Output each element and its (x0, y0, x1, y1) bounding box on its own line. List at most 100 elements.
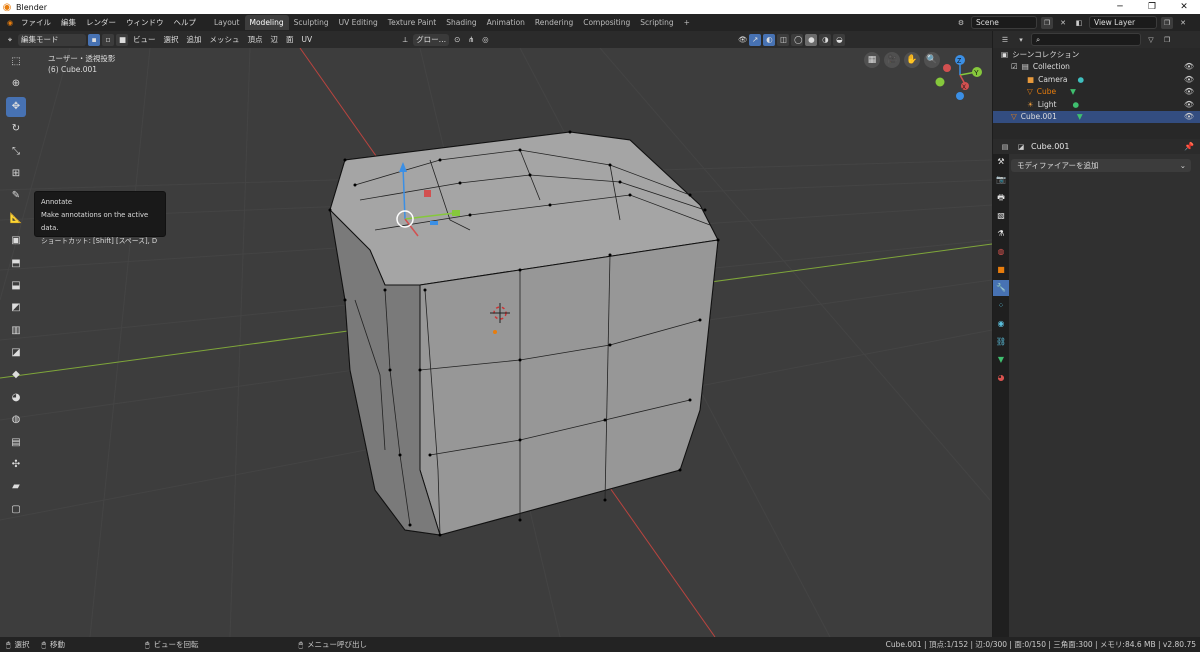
edge-slide-tool-icon[interactable]: ▤ (6, 433, 26, 453)
render-tab-icon[interactable]: 📷 (993, 172, 1009, 188)
axis-navigation-gizmo[interactable]: Z Y X (935, 55, 983, 100)
menu-edge[interactable]: 辺 (268, 34, 282, 45)
cube-visibility-icon[interactable]: 👁 (1184, 87, 1194, 96)
add-modifier-dropdown[interactable]: モディファイアーを追加 ⌄ (1011, 159, 1191, 172)
material-shading-icon[interactable]: ◑ (819, 33, 832, 46)
maximize-button[interactable]: ❐ (1136, 0, 1168, 14)
tab-shading[interactable]: Shading (441, 15, 481, 30)
editor-type-icon[interactable]: ⌖ (4, 34, 16, 46)
poly-build-tool-icon[interactable]: ◆ (6, 365, 26, 385)
menu-file[interactable]: ファイル (16, 17, 56, 28)
tab-sculpting[interactable]: Sculpting (289, 15, 334, 30)
transform-tool-icon[interactable]: ⊞ (6, 164, 26, 184)
toggle-camera-view-icon[interactable]: ▦ (864, 52, 880, 68)
zoom-view-icon[interactable]: 🔍 (924, 52, 940, 68)
menu-vertex[interactable]: 頂点 (245, 34, 266, 45)
menu-edit[interactable]: 編集 (56, 17, 81, 28)
collection-visibility-icon[interactable]: 👁 (1184, 62, 1194, 71)
cursor-tool-icon[interactable]: ⊕ (6, 74, 26, 94)
tool-tab-icon[interactable]: ⚒ (993, 154, 1009, 170)
outliner-item-light[interactable]: ☀ Light ● 👁 (993, 98, 1200, 111)
tab-scripting[interactable]: Scripting (635, 15, 678, 30)
outliner-item-cube[interactable]: ▽ Cube ▼ 👁 (993, 86, 1200, 99)
spin-tool-icon[interactable]: ◕ (6, 388, 26, 408)
visibility-icon[interactable]: 👁 (735, 34, 748, 46)
smooth-tool-icon[interactable]: ◍ (6, 410, 26, 430)
move-tool-icon[interactable]: ✥ (6, 96, 26, 117)
outliner-item-cube001[interactable]: ▽ Cube.001 ▼ 👁 (993, 110, 1200, 123)
select-box-tool-icon[interactable]: ⬚ (6, 52, 26, 72)
pivot-icon[interactable]: ⊙ (451, 34, 463, 46)
3d-viewport[interactable]: Z Y X ユーザー・透視投影 (6) Cube.001 (0, 48, 992, 637)
edge-select-icon[interactable]: ▫ (102, 33, 114, 46)
scale-tool-icon[interactable]: ⤡ (6, 142, 26, 162)
inset-tool-icon[interactable]: ⬓ (6, 276, 26, 296)
particles-tab-icon[interactable]: ⁘ (993, 298, 1009, 314)
tab-uv-editing[interactable]: UV Editing (334, 15, 383, 30)
snap-icon[interactable]: ⋔ (465, 34, 477, 46)
vertex-select-icon[interactable]: ▪ (88, 33, 100, 46)
menu-view[interactable]: ビュー (130, 34, 159, 45)
proportional-edit-icon[interactable]: ◎ (479, 34, 491, 46)
light-visibility-icon[interactable]: 👁 (1184, 100, 1194, 109)
loop-cut-tool-icon[interactable]: ▥ (6, 321, 26, 341)
gizmo-toggle-icon[interactable]: ↗ (749, 33, 762, 46)
material-tab-icon[interactable]: ◕ (993, 370, 1009, 386)
object-tab-icon[interactable]: ■ (993, 262, 1009, 278)
menu-window[interactable]: ウィンドウ (121, 17, 169, 28)
delete-scene-icon[interactable]: ✕ (1057, 17, 1069, 29)
delete-view-layer-icon[interactable]: ✕ (1177, 17, 1189, 29)
add-workspace-button[interactable]: + (679, 15, 695, 30)
overlay-toggle-icon[interactable]: ◐ (763, 33, 776, 46)
output-tab-icon[interactable]: 🖶 (993, 190, 1009, 206)
tab-modeling[interactable]: Modeling (244, 15, 289, 30)
physics-tab-icon[interactable]: ◉ (993, 316, 1009, 332)
constraints-tab-icon[interactable]: ⛓ (993, 334, 1009, 350)
minimize-button[interactable]: ─ (1104, 0, 1136, 14)
menu-help[interactable]: ヘルプ (169, 17, 202, 28)
blender-menu-icon[interactable]: ◉ (4, 17, 16, 29)
face-select-icon[interactable]: ■ (116, 33, 128, 46)
new-scene-icon[interactable]: ❐ (1041, 16, 1053, 29)
bevel-tool-icon[interactable]: ◩ (6, 298, 26, 318)
view-layer-field[interactable]: View Layer (1089, 16, 1157, 29)
solid-shading-icon[interactable]: ● (805, 33, 818, 46)
rotate-tool-icon[interactable]: ↻ (6, 119, 26, 139)
outliner-item-camera[interactable]: ■ Camera ● 👁 (993, 73, 1200, 86)
add-cube-tool-icon[interactable]: ▣ (6, 231, 26, 251)
tab-texture-paint[interactable]: Texture Paint (383, 15, 441, 30)
viewport-scene[interactable]: Z Y X (0, 48, 992, 637)
menu-face[interactable]: 面 (283, 34, 297, 45)
view-layer-tab-icon[interactable]: ▧ (993, 208, 1009, 224)
camera-visibility-icon[interactable]: 👁 (1184, 75, 1194, 84)
tab-compositing[interactable]: Compositing (578, 15, 635, 30)
new-view-layer-icon[interactable]: ❐ (1161, 16, 1173, 29)
measure-tool-icon[interactable]: 📐 (6, 209, 26, 229)
menu-uv[interactable]: UV (299, 35, 316, 44)
rendered-shading-icon[interactable]: ◒ (833, 33, 846, 46)
filter-icon[interactable]: ▽ (1145, 34, 1157, 46)
outliner-editor-type-icon[interactable]: ☰ (999, 34, 1011, 46)
menu-render[interactable]: レンダー (81, 17, 121, 28)
outliner-search-input[interactable]: ⌕ (1031, 33, 1141, 46)
shrink-fatten-tool-icon[interactable]: ✣ (6, 455, 26, 475)
new-collection-icon[interactable]: ❐ (1161, 34, 1173, 46)
annotate-tool-icon[interactable]: ✎ (6, 186, 26, 206)
outliner-scene-collection[interactable]: ▣ シーンコレクション (993, 48, 1200, 61)
transform-orientation-dropdown[interactable]: グロー… (413, 33, 450, 46)
world-tab-icon[interactable]: ◍ (993, 244, 1009, 260)
tab-rendering[interactable]: Rendering (530, 15, 578, 30)
menu-add[interactable]: 追加 (184, 34, 205, 45)
menu-mesh[interactable]: メッシュ (207, 34, 243, 45)
collection-checkbox-icon[interactable]: ☑ (1011, 62, 1018, 71)
tab-layout[interactable]: Layout (209, 15, 245, 30)
cube001-visibility-icon[interactable]: 👁 (1184, 112, 1194, 121)
pin-icon[interactable]: 📌 (1184, 142, 1194, 151)
xray-toggle-icon[interactable]: ◫ (777, 33, 790, 46)
mode-dropdown[interactable]: 編集モード (18, 33, 86, 46)
rip-region-tool-icon[interactable]: ▢ (6, 500, 26, 520)
knife-tool-icon[interactable]: ◪ (6, 343, 26, 363)
close-button[interactable]: ✕ (1168, 0, 1200, 14)
shear-tool-icon[interactable]: ▰ (6, 477, 26, 497)
data-tab-icon[interactable]: ▼ (993, 352, 1009, 368)
